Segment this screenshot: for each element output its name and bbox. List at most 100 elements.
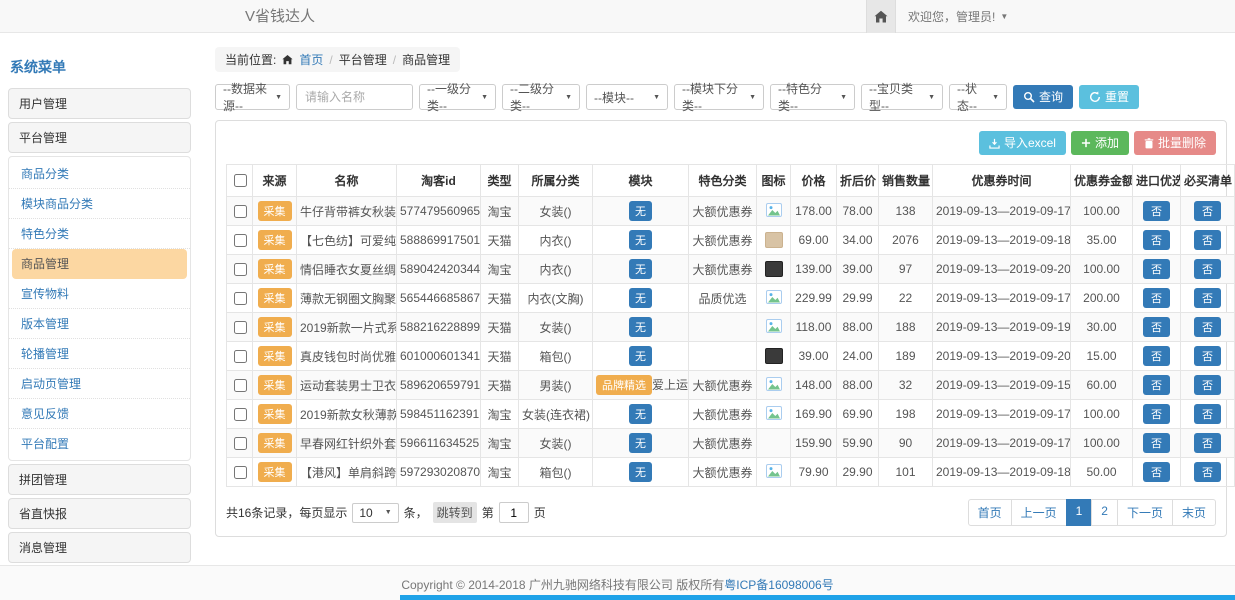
coupon-amount-cell: 100.00 — [1071, 400, 1133, 429]
must-buy-toggle[interactable]: 否 — [1194, 462, 1221, 482]
sidebar-item[interactable]: 意见反馈 — [9, 399, 190, 429]
sidebar-item[interactable]: 轮播管理 — [9, 339, 190, 369]
must-buy-cell: 否 — [1181, 458, 1235, 487]
filter-select[interactable]: --模块下分类--▼ — [674, 84, 764, 110]
must-buy-toggle[interactable]: 否 — [1194, 259, 1221, 279]
caret-down-icon: ▼ — [481, 94, 488, 101]
import-choice-toggle[interactable]: 否 — [1143, 404, 1170, 424]
page-number-input[interactable] — [499, 502, 529, 523]
must-buy-toggle[interactable]: 否 — [1194, 346, 1221, 366]
page-button[interactable]: 1 — [1066, 499, 1093, 526]
column-header: 价格 — [791, 165, 837, 197]
row-checkbox[interactable] — [234, 408, 247, 421]
sidebar-group[interactable]: 省直快报 — [8, 498, 191, 529]
filter-select[interactable]: --模块--▼ — [586, 84, 668, 110]
home-button[interactable] — [866, 0, 896, 33]
search-button[interactable]: 查询 — [1013, 85, 1073, 109]
sidebar-item[interactable]: 特色分类 — [9, 219, 190, 249]
product-thumbnail — [765, 261, 783, 277]
filter-select[interactable]: --状态--▼ — [949, 84, 1007, 110]
page-button[interactable]: 2 — [1091, 499, 1118, 526]
row-checkbox[interactable] — [234, 466, 247, 479]
row-checkbox[interactable] — [234, 350, 247, 363]
must-buy-toggle[interactable]: 否 — [1194, 433, 1221, 453]
sidebar-item[interactable]: 版本管理 — [9, 309, 190, 339]
import-choice-cell: 否 — [1133, 400, 1181, 429]
price-cell: 229.99 — [791, 284, 837, 313]
row-checkbox[interactable] — [234, 234, 247, 247]
module-badge: 无 — [629, 230, 652, 250]
filter-select[interactable]: --一级分类--▼ — [419, 84, 496, 110]
must-buy-toggle[interactable]: 否 — [1194, 375, 1221, 395]
must-buy-toggle[interactable]: 否 — [1194, 317, 1221, 337]
filter-select[interactable]: --二级分类--▼ — [502, 84, 580, 110]
sidebar-group[interactable]: 平台管理 — [8, 122, 191, 153]
module-cell: 无 — [593, 458, 689, 487]
row-checkbox[interactable] — [234, 437, 247, 450]
import-choice-toggle[interactable]: 否 — [1143, 462, 1170, 482]
icp-link[interactable]: 粤ICP备16098006号 — [724, 578, 833, 592]
sidebar-item[interactable]: 平台配置 — [9, 429, 190, 458]
filter-select[interactable]: --特色分类--▼ — [770, 84, 855, 110]
reset-button[interactable]: 重置 — [1079, 85, 1139, 109]
import-choice-toggle[interactable]: 否 — [1143, 433, 1170, 453]
import-choice-toggle[interactable]: 否 — [1143, 288, 1170, 308]
breadcrumb-home-link[interactable]: 首页 — [299, 51, 323, 68]
import-excel-button[interactable]: 导入excel — [979, 131, 1066, 155]
row-checkbox[interactable] — [234, 205, 247, 218]
product-thumbnail — [765, 348, 783, 364]
sidebar-item[interactable]: 商品分类 — [9, 159, 190, 189]
source-badge: 采集 — [258, 404, 292, 424]
must-buy-toggle[interactable]: 否 — [1194, 201, 1221, 221]
import-choice-toggle[interactable]: 否 — [1143, 259, 1170, 279]
type-cell: 天猫 — [481, 371, 519, 400]
import-choice-toggle[interactable]: 否 — [1143, 346, 1170, 366]
source-cell: 采集 — [253, 371, 297, 400]
sidebar-group[interactable]: 拼团管理 — [8, 464, 191, 495]
trash-icon — [1144, 138, 1154, 149]
row-checkbox[interactable] — [234, 321, 247, 334]
user-menu[interactable]: 欢迎您，管理员! ▼ — [896, 0, 1020, 33]
import-choice-toggle[interactable]: 否 — [1143, 230, 1170, 250]
row-checkbox[interactable] — [234, 379, 247, 392]
sidebar-item[interactable]: 宣传物料 — [9, 279, 190, 309]
discount-price-cell: 39.00 — [837, 255, 879, 284]
filter-select[interactable]: --数据来源--▼ — [215, 84, 290, 110]
must-buy-toggle[interactable]: 否 — [1194, 288, 1221, 308]
page-button[interactable]: 下一页 — [1117, 499, 1173, 526]
page-button[interactable]: 首页 — [968, 499, 1012, 526]
filter-select[interactable]: --宝贝类型--▼ — [861, 84, 943, 110]
batch-delete-button[interactable]: 批量删除 — [1134, 131, 1216, 155]
import-choice-toggle[interactable]: 否 — [1143, 375, 1170, 395]
page-button[interactable]: 末页 — [1172, 499, 1216, 526]
sidebar-group[interactable]: 用户管理 — [8, 88, 191, 119]
jump-to-button[interactable]: 跳转到 — [433, 502, 477, 523]
sidebar-group[interactable]: 消息管理 — [8, 532, 191, 563]
table-row: 采集【港风】单肩斜跨链条...597293020870淘宝箱包()无大额优惠券7… — [227, 458, 1235, 487]
import-choice-toggle[interactable]: 否 — [1143, 317, 1170, 337]
row-checkbox[interactable] — [234, 263, 247, 276]
select-all-checkbox[interactable] — [234, 174, 247, 187]
import-choice-toggle[interactable]: 否 — [1143, 201, 1170, 221]
must-buy-toggle[interactable]: 否 — [1194, 404, 1221, 424]
sidebar-item[interactable]: 商品管理 — [12, 249, 187, 279]
name-search-input[interactable] — [296, 84, 413, 110]
must-buy-cell: 否 — [1181, 284, 1235, 313]
column-header: 必买清单 — [1181, 165, 1235, 197]
image-placeholder-icon — [766, 203, 782, 217]
table-actions: 导入excel 添加 批量删除 — [226, 131, 1216, 155]
must-buy-toggle[interactable]: 否 — [1194, 230, 1221, 250]
import-excel-label: 导入excel — [1004, 136, 1056, 150]
category-cell: 女装() — [519, 313, 593, 342]
add-button[interactable]: 添加 — [1071, 131, 1129, 155]
name-cell: 薄款无钢圈文胸聚拢性... — [297, 284, 397, 313]
sidebar-item[interactable]: 模块商品分类 — [9, 189, 190, 219]
coupon-time-cell: 2019-09-13—2019-09-18 — [933, 458, 1071, 487]
page-size-select[interactable]: 10 ▼ — [352, 503, 398, 523]
sidebar-item[interactable]: 启动页管理 — [9, 369, 190, 399]
coupon-time-cell: 2019-09-13—2019-09-18 — [933, 226, 1071, 255]
row-checkbox[interactable] — [234, 292, 247, 305]
page-button[interactable]: 上一页 — [1011, 499, 1067, 526]
row-checkbox-cell — [227, 284, 253, 313]
module-cell: 无 — [593, 429, 689, 458]
